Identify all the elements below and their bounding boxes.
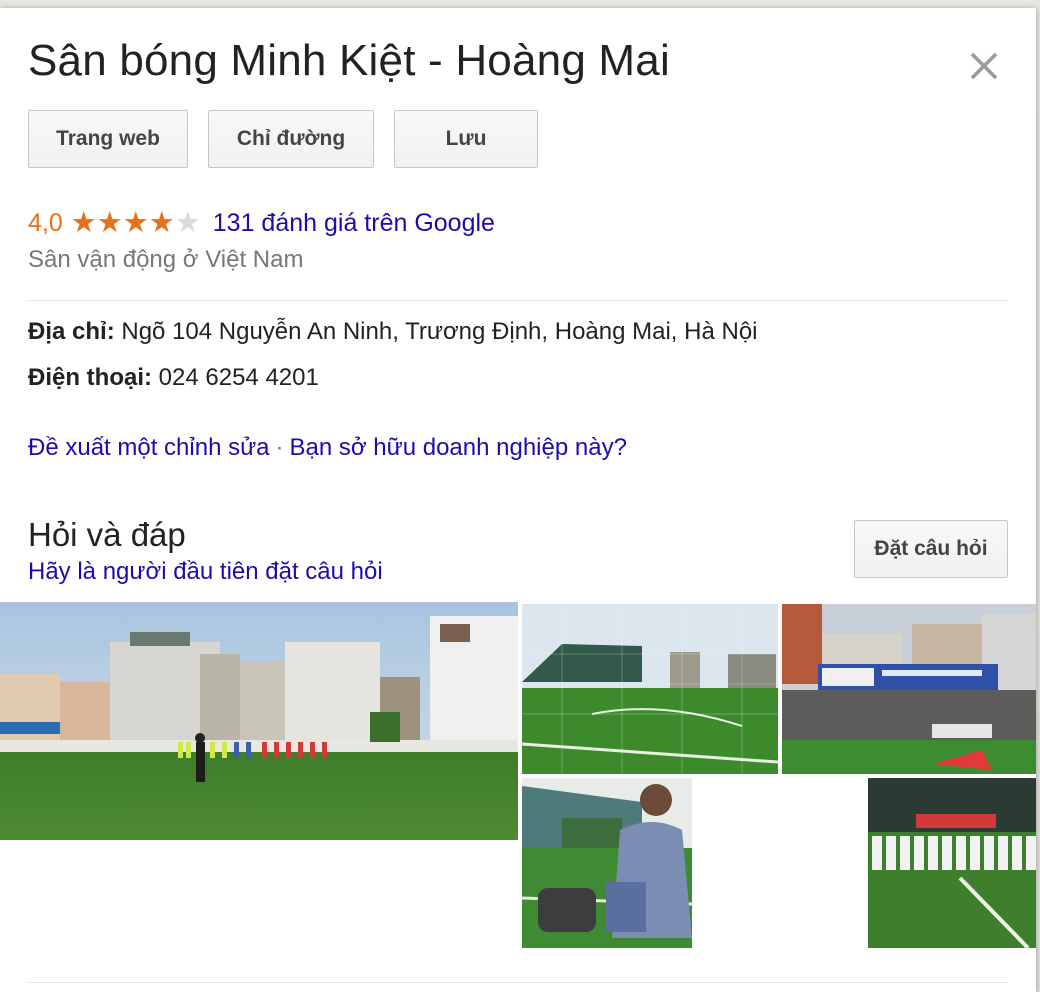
close-button[interactable] [962,44,1006,88]
place-category: Sân vận động ở Việt Nam [28,246,304,273]
photo-person-sitting[interactable] [522,778,692,948]
save-button[interactable]: Lưu [394,110,538,168]
own-business-link[interactable]: Bạn sở hữu doanh nghiệp này? [290,434,627,461]
photo-field-team[interactable] [0,602,518,840]
edit-links: Đề xuất một chỉnh sửa · Bạn sở hữu doanh n… [28,434,627,462]
address-row: Địa chỉ: Ngõ 104 Nguyễn An Ninh, Trương … [28,318,758,346]
photo-pitch-net[interactable] [522,604,778,774]
divider [28,300,1008,301]
place-card: Sân bóng Minh Kiệt - Hoàng Mai Trang web… [0,8,1036,992]
action-buttons: Trang web Chỉ đường Lưu [28,110,538,168]
phone-value[interactable]: 024 6254 4201 [152,364,319,391]
photo-clubhouse-banner[interactable] [782,604,1036,774]
rating-value: 4,0 [28,208,63,237]
qa-heading: Hỏi và đáp [28,516,186,553]
directions-button[interactable]: Chỉ đường [208,110,374,168]
website-button[interactable]: Trang web [28,110,188,168]
star-icon: ★ [96,207,123,239]
star-icon: ★ [122,207,149,239]
star-rating: ★ ★ ★ ★ ★ [71,208,201,238]
rating-row: 4,0 ★ ★ ★ ★ ★ 131 đánh giá trên Google [28,208,495,238]
place-title: Sân bóng Minh Kiệt - Hoàng Mai [28,36,670,85]
divider-bottom [28,982,1008,983]
reviews-link[interactable]: 131 đánh giá trên Google [213,209,495,238]
photo-team-group[interactable] [868,778,1036,948]
star-icon: ★ [70,207,97,239]
first-question-link[interactable]: Hãy là người đầu tiên đặt câu hỏi [28,558,383,586]
phone-row: Điện thoại: 024 6254 4201 [28,364,319,392]
address-label: Địa chỉ: [28,318,115,345]
star-empty-icon: ★ [174,207,201,239]
ask-question-button[interactable]: Đặt câu hỏi [854,520,1008,578]
link-separator: · [275,434,284,461]
close-icon [970,52,998,80]
address-value: Ngõ 104 Nguyễn An Ninh, Trương Định, Hoà… [114,318,758,345]
phone-label: Điện thoại: [28,364,152,391]
star-icon: ★ [148,207,175,239]
suggest-edit-link[interactable]: Đề xuất một chỉnh sửa [28,434,270,461]
